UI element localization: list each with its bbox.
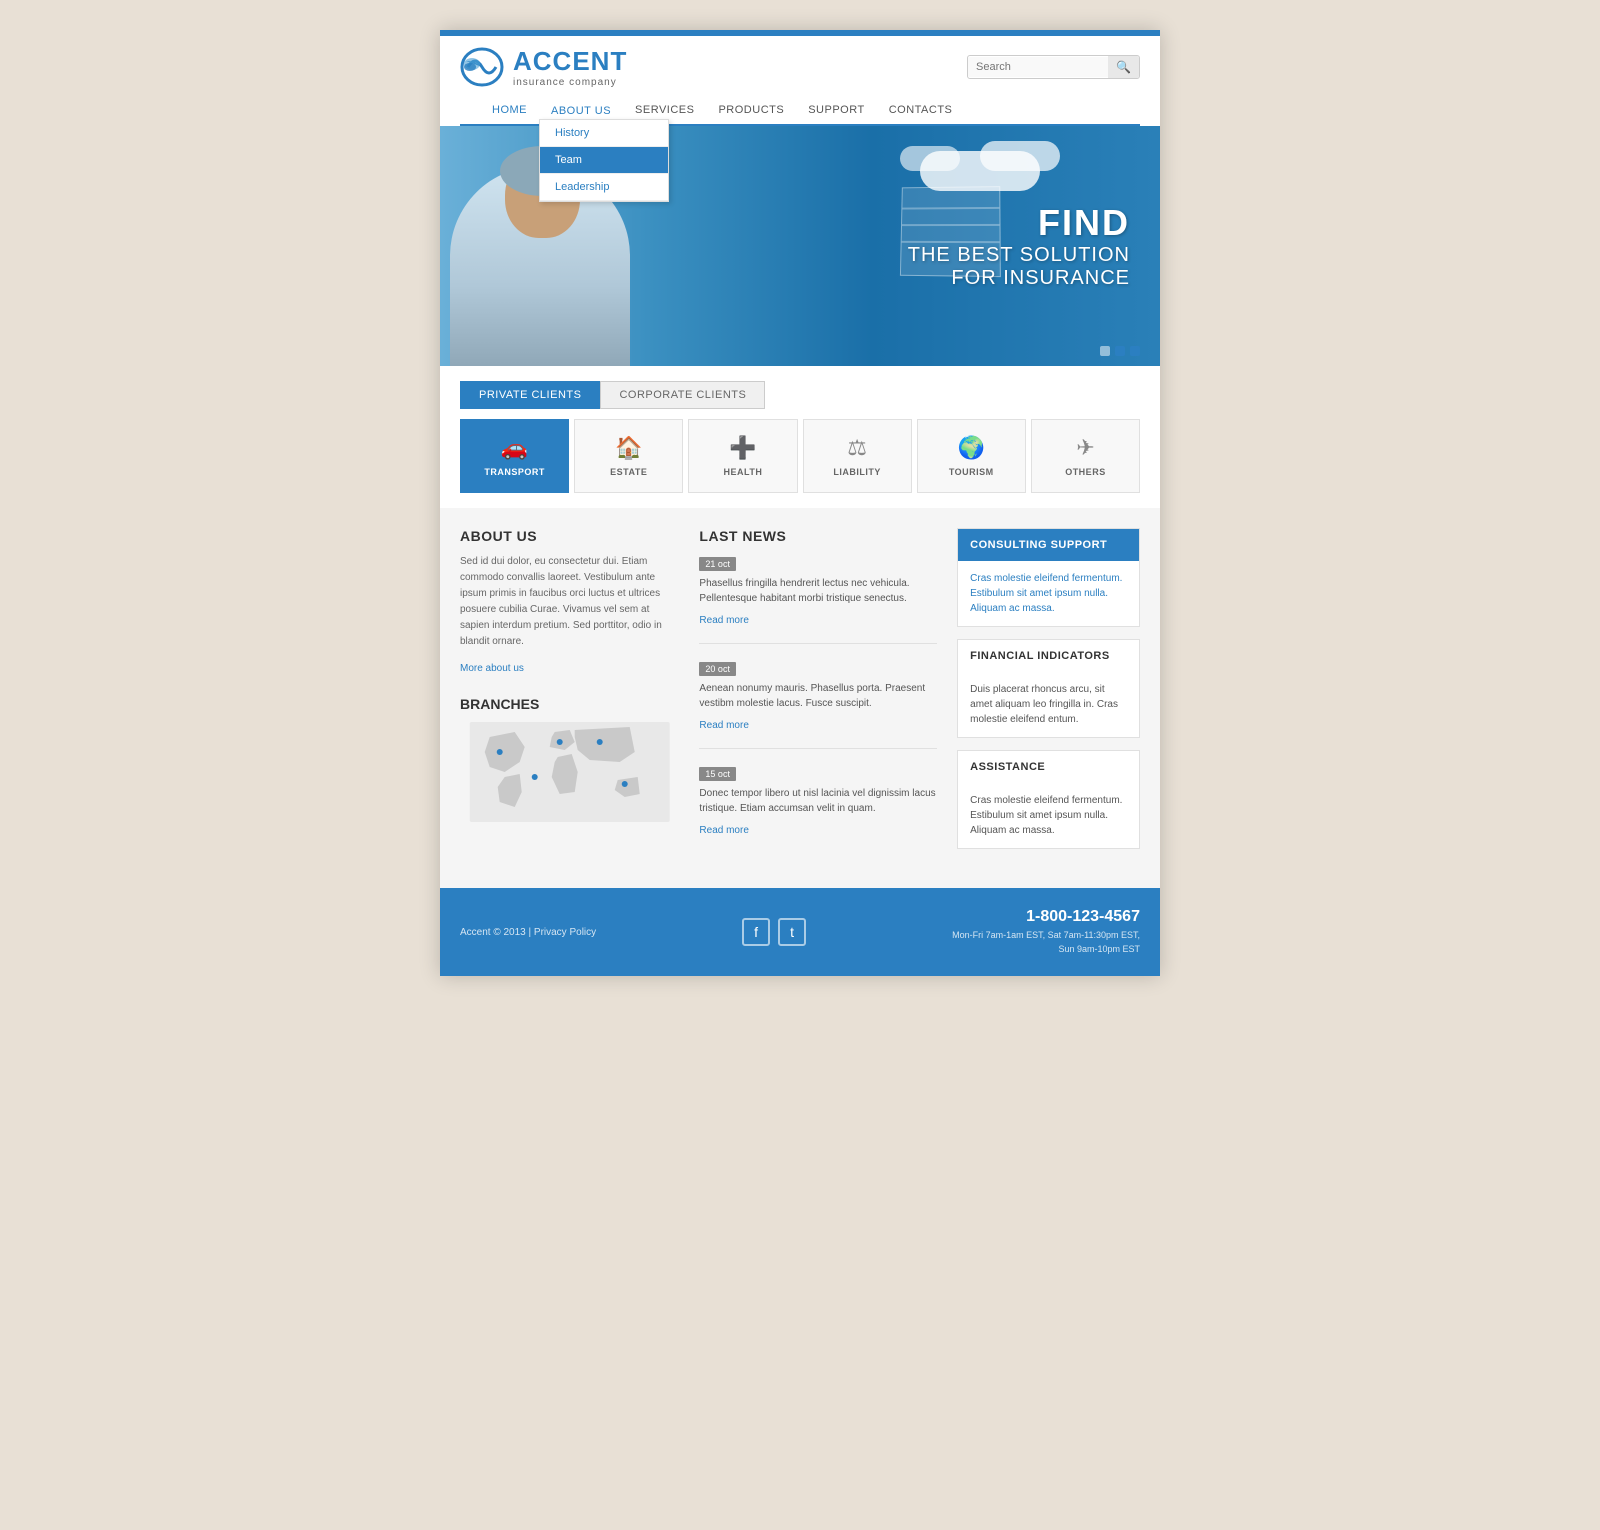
news-item-1: 21 oct Phasellus fringilla hendrerit lec… bbox=[699, 554, 937, 644]
categories: 🚗 TRANSPORT 🏠 ESTATE ➕ HEALTH ⚖ LIABILIT… bbox=[440, 409, 1160, 508]
nav-products[interactable]: PRODUCTS bbox=[706, 96, 796, 124]
dropdown-team[interactable]: Team bbox=[540, 147, 668, 174]
tabs-section: PRIVATE CLIENTS CORPORATE CLIENTS bbox=[440, 366, 1160, 409]
estate-icon: 🏠 bbox=[615, 435, 642, 461]
financial-header: FINANCIAL INDICATORS bbox=[958, 640, 1139, 672]
tab-private-clients[interactable]: PRIVATE CLIENTS bbox=[460, 381, 600, 409]
main-content: ABOUT US Sed id dui dolor, eu consectetu… bbox=[440, 508, 1160, 888]
footer-hours-line1: Mon-Fri 7am-1am EST, Sat 7am-11:30pm EST… bbox=[952, 930, 1140, 940]
nav-contacts[interactable]: CONTACTS bbox=[877, 96, 965, 124]
footer-hours: Mon-Fri 7am-1am EST, Sat 7am-11:30pm EST… bbox=[952, 929, 1140, 956]
health-icon: ➕ bbox=[729, 435, 756, 461]
hero-dots bbox=[1100, 346, 1140, 356]
header: ACCENT insurance company 🔍 HOME ABOUT US… bbox=[440, 36, 1160, 126]
category-transport-label: TRANSPORT bbox=[484, 467, 545, 477]
news-date-1: 21 oct bbox=[699, 557, 736, 571]
world-map bbox=[460, 722, 679, 822]
category-liability-label: LIABILITY bbox=[833, 467, 881, 477]
hero-line2: THE BEST SOLUTION bbox=[908, 244, 1130, 267]
news-text-3: Donec tempor libero ut nisl lacinia vel … bbox=[699, 786, 937, 816]
search-box[interactable]: 🔍 bbox=[967, 55, 1140, 79]
search-input[interactable] bbox=[968, 57, 1108, 77]
others-icon: ✈ bbox=[1076, 435, 1094, 461]
tourism-icon: 🌍 bbox=[958, 435, 985, 461]
footer-phone: 1-800-123-4567 bbox=[952, 908, 1140, 926]
financial-text: Duis placerat rhoncus arcu, sit amet ali… bbox=[970, 682, 1127, 727]
news-readmore-2[interactable]: Read more bbox=[699, 720, 748, 731]
dropdown-history[interactable]: History bbox=[540, 120, 668, 147]
nav: HOME ABOUT US History Team Leadership SE… bbox=[460, 96, 1140, 126]
tab-corporate-clients[interactable]: CORPORATE CLIENTS bbox=[600, 381, 765, 409]
consulting-body: Cras molestie eleifend fermentum. Estibu… bbox=[958, 561, 1139, 626]
category-liability[interactable]: ⚖ LIABILITY bbox=[803, 419, 912, 493]
logo-tagline: insurance company bbox=[513, 77, 627, 88]
footer: Accent © 2013 | Privacy Policy f t 1-800… bbox=[440, 888, 1160, 976]
hero-dot-3[interactable] bbox=[1130, 346, 1140, 356]
world-map-svg bbox=[460, 722, 679, 822]
category-transport[interactable]: 🚗 TRANSPORT bbox=[460, 419, 569, 493]
center-column: LAST NEWS 21 oct Phasellus fringilla hen… bbox=[699, 528, 957, 868]
category-health[interactable]: ➕ HEALTH bbox=[688, 419, 797, 493]
category-estate-label: ESTATE bbox=[610, 467, 647, 477]
news-text-2: Aenean nonumy mauris. Phasellus porta. P… bbox=[699, 681, 937, 711]
news-title: LAST NEWS bbox=[699, 528, 937, 544]
nav-home[interactable]: HOME bbox=[480, 96, 539, 126]
hero-line1: FIND bbox=[908, 202, 1130, 244]
category-tourism[interactable]: 🌍 TOURISM bbox=[917, 419, 1026, 493]
transport-icon: 🚗 bbox=[501, 435, 528, 461]
news-text-1: Phasellus fringilla hendrerit lectus nec… bbox=[699, 576, 937, 606]
news-date-3: 15 oct bbox=[699, 767, 736, 781]
assistance-body: Cras molestie eleifend fermentum. Estibu… bbox=[958, 783, 1139, 848]
about-title: ABOUT US bbox=[460, 528, 679, 544]
news-date-2: 20 oct bbox=[699, 662, 736, 676]
hero-text: FIND THE BEST SOLUTION FOR INSURANCE bbox=[908, 202, 1130, 290]
footer-copyright: Accent © 2013 | Privacy Policy bbox=[460, 927, 596, 938]
category-tourism-label: TOURISM bbox=[949, 467, 994, 477]
logo-area[interactable]: ACCENT insurance company bbox=[460, 46, 627, 88]
right-column: CONSULTING SUPPORT Cras molestie eleifen… bbox=[957, 528, 1140, 868]
consulting-text: Cras molestie eleifend fermentum. Estibu… bbox=[970, 571, 1127, 616]
facebook-icon[interactable]: f bbox=[742, 918, 770, 946]
news-item-3: 15 oct Donec tempor libero ut nisl lacin… bbox=[699, 764, 937, 853]
news-item-2: 20 oct Aenean nonumy mauris. Phasellus p… bbox=[699, 659, 937, 749]
footer-hours-line2: Sun 9am-10pm EST bbox=[1058, 944, 1140, 954]
dropdown-leadership[interactable]: Leadership bbox=[540, 174, 668, 201]
financial-widget: FINANCIAL INDICATORS Duis placerat rhonc… bbox=[957, 639, 1140, 738]
logo-name: ACCENT bbox=[513, 46, 627, 77]
category-estate[interactable]: 🏠 ESTATE bbox=[574, 419, 683, 493]
left-column: ABOUT US Sed id dui dolor, eu consectetu… bbox=[460, 528, 699, 868]
liability-icon: ⚖ bbox=[847, 435, 867, 461]
hero-dot-2[interactable] bbox=[1115, 346, 1125, 356]
category-health-label: HEALTH bbox=[724, 467, 763, 477]
consulting-widget: CONSULTING SUPPORT Cras molestie eleifen… bbox=[957, 528, 1140, 627]
twitter-icon[interactable]: t bbox=[778, 918, 806, 946]
about-body: Sed id dui dolor, eu consectetur dui. Et… bbox=[460, 554, 679, 650]
logo-icon bbox=[460, 47, 505, 87]
assistance-widget: ASSISTANCE Cras molestie eleifend fermen… bbox=[957, 750, 1140, 849]
nav-dropdown: History Team Leadership bbox=[539, 119, 669, 202]
header-top: ACCENT insurance company 🔍 bbox=[460, 46, 1140, 96]
nav-about-wrapper: ABOUT US History Team Leadership bbox=[539, 101, 623, 119]
assistance-text: Cras molestie eleifend fermentum. Estibu… bbox=[970, 793, 1127, 838]
assistance-header: ASSISTANCE bbox=[958, 751, 1139, 783]
social-icons: f t bbox=[742, 918, 806, 946]
tab-buttons: PRIVATE CLIENTS CORPORATE CLIENTS bbox=[460, 381, 1140, 409]
hero-dot-1[interactable] bbox=[1100, 346, 1110, 356]
category-others-label: OTHERS bbox=[1065, 467, 1106, 477]
about-more-link[interactable]: More about us bbox=[460, 663, 524, 674]
branches-title: BRANCHES bbox=[460, 696, 679, 712]
category-others[interactable]: ✈ OTHERS bbox=[1031, 419, 1140, 493]
news-readmore-1[interactable]: Read more bbox=[699, 615, 748, 626]
news-readmore-3[interactable]: Read more bbox=[699, 825, 748, 836]
financial-body: Duis placerat rhoncus arcu, sit amet ali… bbox=[958, 672, 1139, 737]
search-button[interactable]: 🔍 bbox=[1108, 56, 1139, 78]
consulting-header: CONSULTING SUPPORT bbox=[958, 529, 1139, 561]
hero-line3: FOR INSURANCE bbox=[908, 267, 1130, 290]
nav-support[interactable]: SUPPORT bbox=[796, 96, 876, 124]
logo-text-area: ACCENT insurance company bbox=[513, 46, 627, 88]
page-wrapper: ACCENT insurance company 🔍 HOME ABOUT US… bbox=[440, 30, 1160, 976]
footer-contact: 1-800-123-4567 Mon-Fri 7am-1am EST, Sat … bbox=[952, 908, 1140, 956]
